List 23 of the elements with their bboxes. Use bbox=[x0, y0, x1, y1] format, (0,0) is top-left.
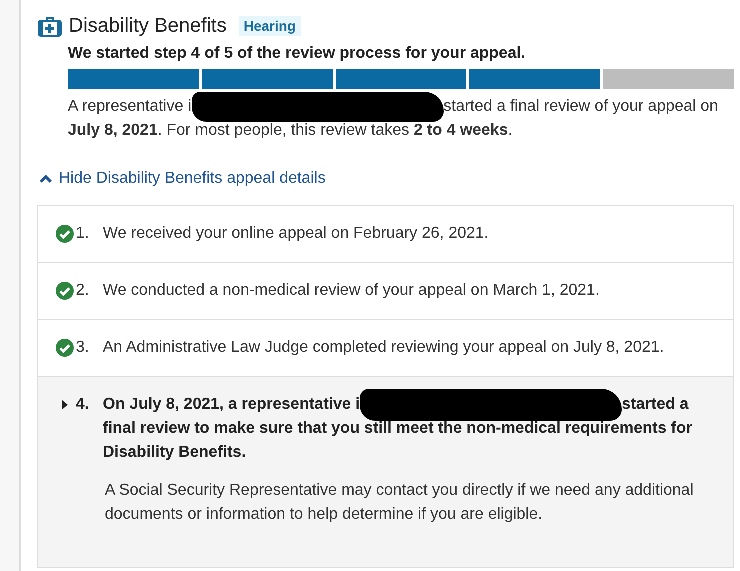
expand-triangle-icon[interactable] bbox=[61, 399, 69, 411]
step-number: 1. bbox=[76, 224, 90, 244]
step-detail: A Social Security Representative may contact you directly if we need any additional documents or information to help determine if you are eligible. bbox=[104, 481, 695, 525]
step-number: 3. bbox=[76, 338, 90, 358]
step-text: final review to make sure that you still meet the non-medical requirements for Disability Benefits. bbox=[103, 419, 694, 463]
intro-text: July 8, 2021. For most people, this review takes 2 to 4 weeks. bbox=[68, 121, 514, 141]
status-badge: Hearing bbox=[238, 16, 301, 36]
status-heading: We started step 4 of 5 of the review process for your appeal. bbox=[68, 44, 527, 64]
check-circle-icon bbox=[56, 339, 74, 357]
step-text: started a bbox=[622, 395, 689, 415]
medical-kit-icon bbox=[37, 14, 63, 38]
step-text: We received your online appeal on February 26, 2021. bbox=[103, 225, 489, 242]
step-number: 2. bbox=[76, 281, 90, 301]
hide-details-link[interactable]: Hide Disability Benefits appeal details bbox=[39, 167, 326, 191]
step-text: We conducted a non-medical review of your appeal on March 1, 2021. bbox=[103, 282, 600, 299]
step-text: On July 8, 2021, a representative i bbox=[103, 395, 360, 415]
section-title: Disability Benefits bbox=[69, 14, 227, 38]
check-circle-icon bbox=[56, 282, 74, 300]
intro-text: A representative i bbox=[68, 97, 192, 117]
intro-text: started a final review of your appeal on bbox=[444, 97, 718, 117]
check-circle-icon bbox=[56, 225, 74, 243]
step-number: 4. bbox=[76, 395, 90, 415]
step-text: An Administrative Law Judge completed reviewing your appeal on July 8, 2021. bbox=[103, 339, 664, 356]
